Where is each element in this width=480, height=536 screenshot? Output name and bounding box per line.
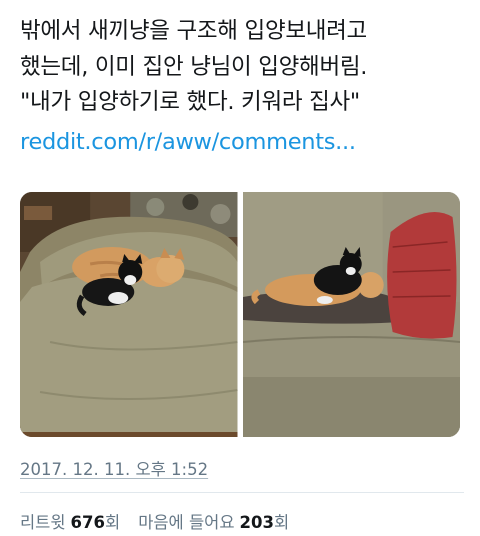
cat-photo-2-image bbox=[242, 192, 460, 437]
like-stat[interactable]: 마음에 들어요 203 회 bbox=[138, 509, 289, 533]
tweet-text-line-3: "내가 입양하기로 했다. 키워라 집사" bbox=[20, 89, 360, 115]
photo-cats-on-pet-bed[interactable] bbox=[20, 192, 238, 437]
tweet-timestamp[interactable]: 2017. 12. 11. 오후 1:52 bbox=[20, 456, 208, 480]
tweet-link[interactable]: reddit.com/r/aww/comments... bbox=[20, 125, 465, 161]
retweet-stat[interactable]: 리트윗 676 회 bbox=[20, 509, 120, 533]
divider bbox=[20, 492, 464, 493]
photo-cats-on-couch[interactable] bbox=[242, 192, 460, 437]
cat-photo-1-image bbox=[20, 192, 238, 437]
tweet-text-line-1: 밖에서 새끼냥을 구조해 입양보내려고 bbox=[20, 18, 367, 44]
like-suffix: 회 bbox=[273, 513, 290, 532]
tweet-text: 밖에서 새끼냥을 구조해 입양보내려고 했는데, 이미 집안 냥님이 입양해버림… bbox=[20, 14, 465, 160]
retweet-label: 리트윗 bbox=[20, 513, 66, 532]
retweet-count: 676 bbox=[70, 513, 105, 532]
retweet-suffix: 회 bbox=[105, 513, 121, 532]
media-gallery bbox=[20, 192, 460, 437]
like-label: 마음에 들어요 bbox=[138, 513, 235, 532]
tweet-stats: 리트윗 676 회 마음에 들어요 203 회 bbox=[20, 509, 289, 533]
like-count: 203 bbox=[239, 513, 274, 532]
tweet-text-line-2: 했는데, 이미 집안 냥님이 입양해버림. bbox=[20, 53, 368, 80]
